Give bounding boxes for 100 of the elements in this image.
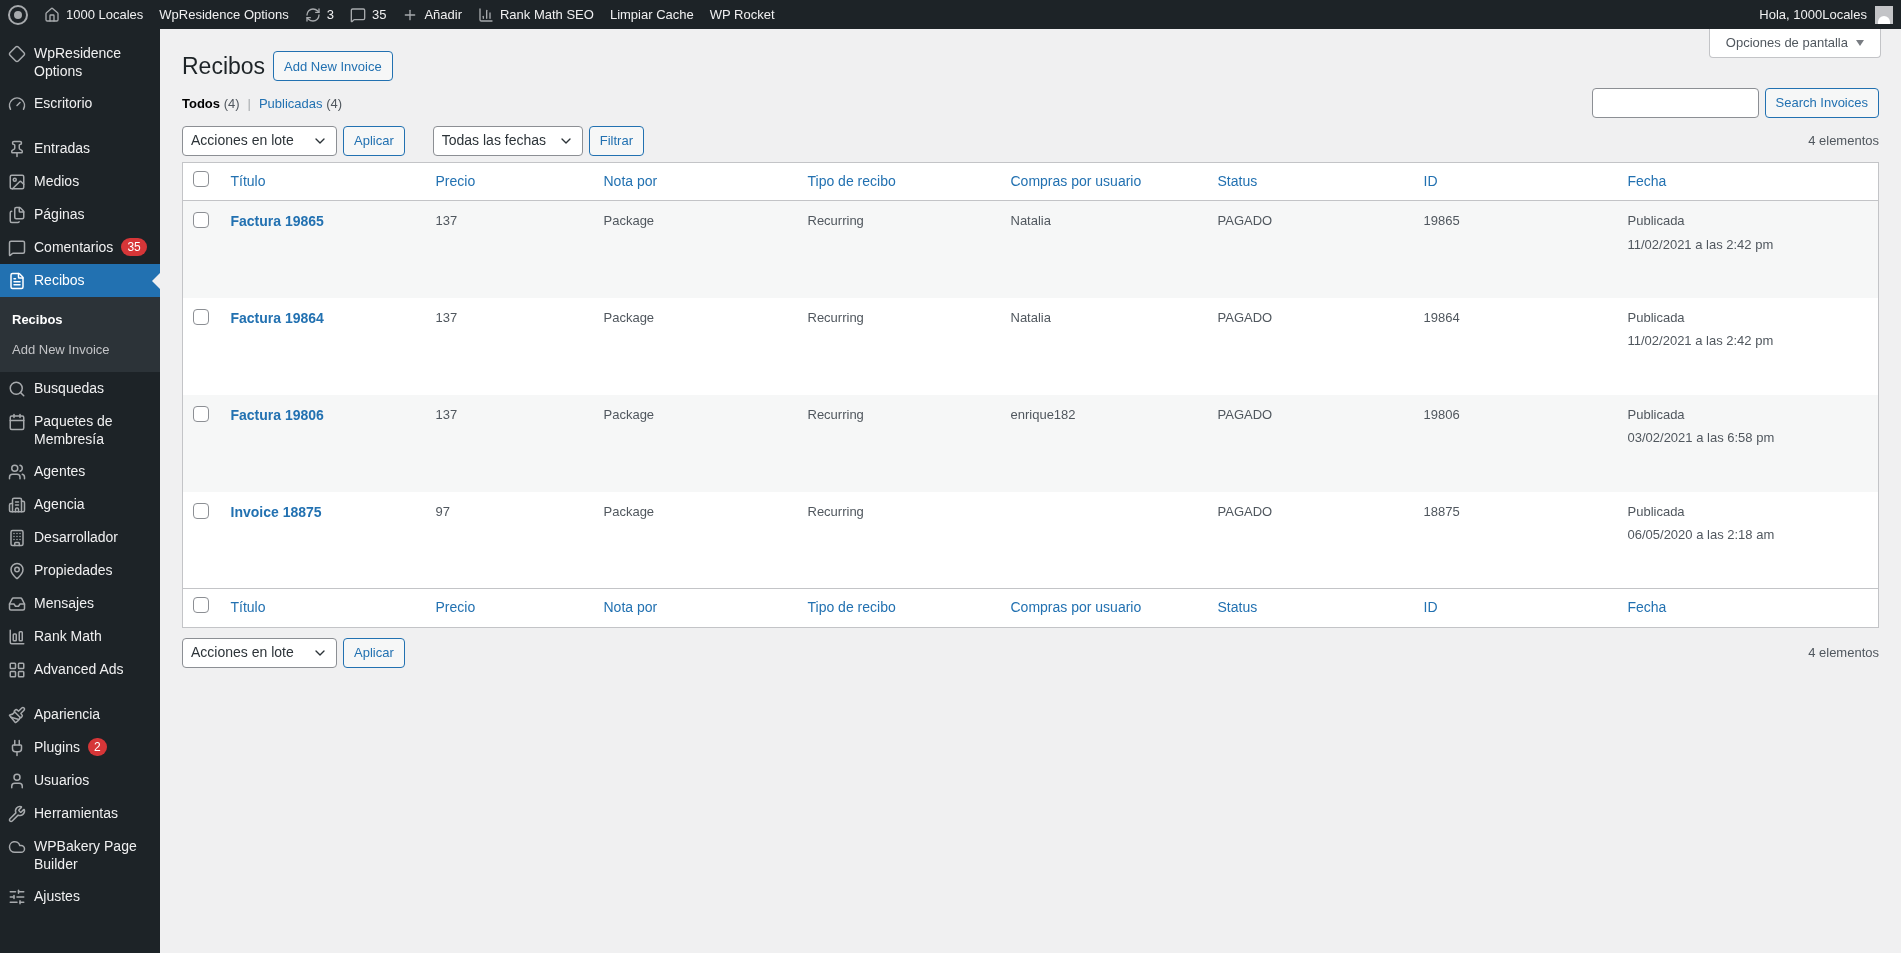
sidebar-item[interactable]: Paquetes de Membresía — [0, 405, 160, 455]
column-header[interactable]: Status — [1217, 599, 1258, 616]
sidebar-item[interactable]: Agencia — [0, 488, 160, 521]
column-header[interactable]: Fecha — [1627, 599, 1667, 616]
toolbar-link[interactable]: WpResidence Options — [151, 0, 297, 29]
table-cell: 19865 — [1423, 213, 1460, 228]
sidebar-item[interactable]: Escritorio — [0, 87, 160, 120]
table-cell: 19864 — [1423, 309, 1460, 325]
row-checkbox[interactable] — [193, 597, 209, 613]
sidebar-item[interactable]: Apariencia — [0, 698, 160, 731]
sidebar-item[interactable]: Busquedas — [0, 372, 160, 405]
row-checkbox[interactable] — [193, 170, 209, 187]
sidebar-item[interactable]: WpResidence Options — [0, 37, 160, 87]
screen-options-tab[interactable]: Opciones de pantalla — [1708, 29, 1881, 58]
column-header[interactable]: Precio — [435, 172, 476, 189]
table-cell: PAGADO — [1217, 309, 1273, 325]
column-header[interactable]: ID — [1423, 599, 1438, 616]
apply-button[interactable]: Aplicar — [343, 125, 405, 156]
sidebar-item[interactable]: Entradas — [0, 132, 160, 165]
column-header[interactable]: Fecha — [1627, 172, 1667, 189]
sidebar-item[interactable]: Advanced Ads — [0, 653, 160, 686]
menu-icon — [8, 239, 26, 257]
filter-button[interactable]: Filtrar — [588, 125, 644, 156]
post-status: Publicada — [1627, 405, 1686, 424]
row-checkbox[interactable] — [193, 502, 209, 519]
search-field[interactable] — [1591, 87, 1759, 118]
menu-icon — [8, 45, 26, 63]
apply-button[interactable]: Aplicar — [343, 637, 405, 668]
column-header[interactable]: Compras por usuario — [1010, 599, 1142, 616]
view-filter-link[interactable]: Publicadas (4) — [258, 94, 343, 114]
column-header[interactable]: Título — [230, 172, 266, 189]
item-count: 4 elementos — [1808, 131, 1879, 150]
post-date: 03/02/2021 a las 6:58 pm — [1627, 429, 1776, 447]
toolbar-link[interactable]: Añadir — [394, 0, 470, 29]
column-header[interactable]: Nota por — [603, 599, 658, 616]
dropdown[interactable]: Acciones en lote — [182, 637, 337, 668]
menu-icon — [8, 140, 26, 158]
current-pointer-icon — [152, 272, 160, 289]
sidebar-item[interactable]: Plugins 2 — [0, 731, 160, 764]
menu-icon — [8, 628, 26, 646]
menu-icon — [8, 838, 26, 856]
wordpress-logo-icon[interactable] — [8, 4, 28, 25]
post-status: Publicada — [1627, 212, 1686, 230]
sidebar-item[interactable]: WPBakery Page Builder — [0, 830, 160, 880]
table-cell: Recurring — [807, 309, 864, 325]
avatar-icon[interactable] — [1875, 5, 1893, 24]
sidebar-item[interactable]: Mensajes — [0, 587, 160, 620]
sidebar-item[interactable]: Rank Math — [0, 620, 160, 653]
sidebar-item[interactable]: Ajustes — [0, 880, 160, 913]
column-header[interactable]: Tipo de recibo — [807, 172, 896, 189]
submenu-item[interactable]: Add New Invoice — [0, 334, 160, 364]
home-icon — [44, 6, 60, 23]
table-cell: Package — [603, 406, 655, 422]
view-filter-link[interactable]: Todos (4) — [182, 94, 240, 114]
sidebar-item[interactable]: Herramientas — [0, 797, 160, 830]
table-cell: 19806 — [1423, 406, 1460, 422]
sidebar-item[interactable]: Recibos — [0, 264, 160, 297]
column-header[interactable]: Status — [1217, 172, 1258, 189]
toolbar-link[interactable]: 35 — [341, 0, 395, 29]
dropdown[interactable]: Todas las fechas — [432, 125, 583, 156]
row-checkbox[interactable] — [193, 212, 209, 228]
table-cell: Recurring — [807, 406, 864, 422]
column-header[interactable]: Nota por — [603, 172, 658, 189]
menu-icon — [8, 595, 26, 613]
column-header[interactable]: ID — [1423, 172, 1438, 189]
sidebar-item[interactable]: Comentarios 35 — [0, 231, 160, 264]
post-date: 11/02/2021 a las 2:42 pm — [1627, 235, 1775, 254]
toolbar-link[interactable]: 3 — [296, 0, 342, 29]
sidebar-item[interactable]: Propiedades — [0, 554, 160, 587]
toolbar-link[interactable]: Rank Math SEO — [469, 0, 602, 29]
post-status: Publicada — [1627, 502, 1686, 521]
sidebar-item[interactable]: Desarrollador — [0, 521, 160, 554]
sidebar-item[interactable]: Páginas — [0, 198, 160, 231]
column-header[interactable]: Tipo de recibo — [807, 599, 896, 616]
table-cell: 137 — [435, 213, 458, 228]
page-title: Recibos — [182, 52, 266, 81]
toolbar-link[interactable]: 1000 Locales — [36, 4, 152, 25]
sidebar-item[interactable]: Usuarios — [0, 764, 160, 797]
add-new-button[interactable]: Add New Invoice — [273, 51, 393, 82]
column-header[interactable]: Precio — [435, 599, 476, 616]
toolbar-link[interactable]: Limpiar Cache — [601, 0, 702, 29]
invoice-link[interactable]: Factura 19865 — [230, 213, 324, 229]
invoice-link[interactable]: Factura 19806 — [230, 406, 324, 423]
post-status: Publicada — [1627, 308, 1686, 327]
invoice-link[interactable]: Invoice 18875 — [230, 503, 322, 520]
row-checkbox[interactable] — [193, 308, 209, 325]
submenu-item[interactable]: Recibos — [0, 305, 160, 335]
sidebar-item[interactable]: Medios — [0, 165, 160, 198]
menu-icon — [8, 805, 26, 823]
greeting-link[interactable]: Hola, 1000Locales — [1759, 4, 1867, 25]
dropdown[interactable]: Acciones en lote — [182, 125, 337, 156]
search-button[interactable]: Search Invoices — [1764, 87, 1879, 118]
toolbar-link[interactable]: WP Rocket — [701, 0, 783, 29]
menu-icon — [8, 888, 26, 906]
sidebar-item[interactable]: Agentes — [0, 455, 160, 488]
column-header[interactable]: Título — [230, 599, 266, 616]
table-cell: 137 — [435, 309, 458, 325]
column-header[interactable]: Compras por usuario — [1010, 172, 1142, 189]
invoice-link[interactable]: Factura 19864 — [230, 309, 324, 326]
row-checkbox[interactable] — [193, 405, 209, 422]
